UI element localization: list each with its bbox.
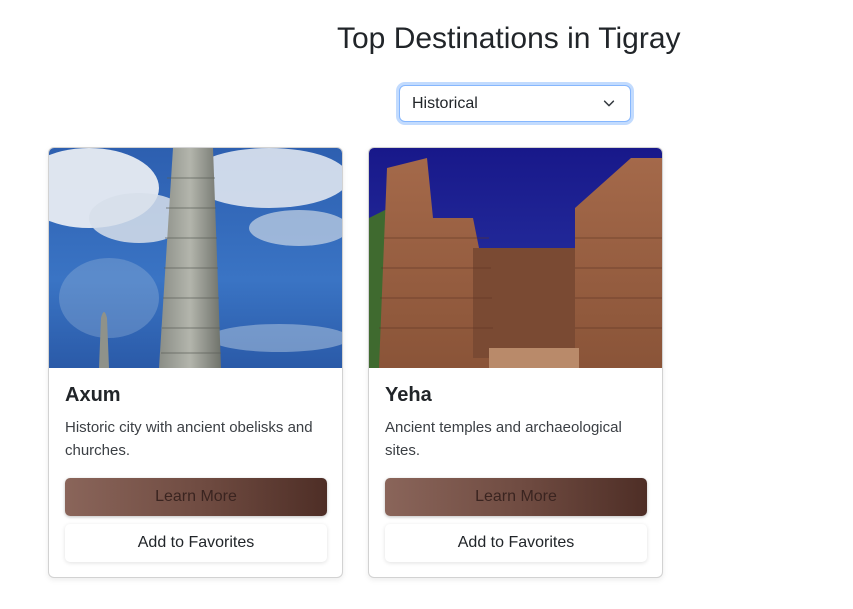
add-to-favorites-button[interactable]: Add to Favorites xyxy=(385,524,647,562)
destination-card-yeha: Yeha Ancient temples and archaeological … xyxy=(368,147,663,578)
axum-image xyxy=(49,148,342,368)
learn-more-button[interactable]: Learn More xyxy=(65,478,327,516)
destination-card-axum: Axum Historic city with ancient obelisks… xyxy=(48,147,343,578)
card-title: Yeha xyxy=(385,384,432,406)
card-title: Axum xyxy=(65,384,121,406)
category-select[interactable]: Historical xyxy=(399,85,631,122)
yeha-image xyxy=(369,148,662,368)
card-description: Ancient temples and archaeological sites… xyxy=(385,419,622,459)
add-to-favorites-button[interactable]: Add to Favorites xyxy=(65,524,327,562)
learn-more-button[interactable]: Learn More xyxy=(385,478,647,516)
category-select-value: Historical xyxy=(412,94,478,112)
page-title: Top Destinations in Tigray xyxy=(337,22,681,55)
chevron-down-icon xyxy=(603,100,615,107)
card-description: Historic city with ancient obelisks and … xyxy=(65,419,313,459)
